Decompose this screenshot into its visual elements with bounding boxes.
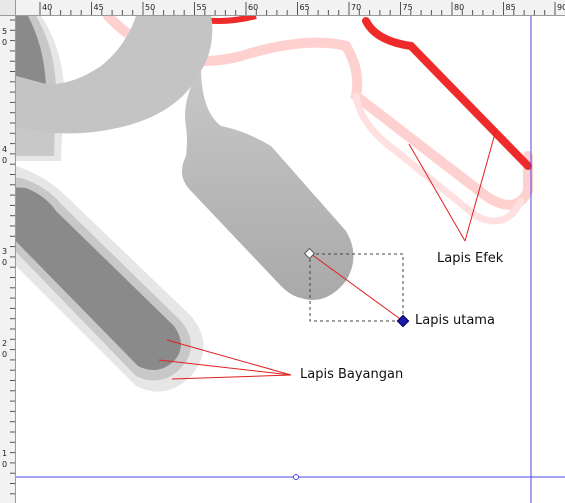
ruler-label: 85 <box>506 3 516 12</box>
ruler-label: 50 <box>145 3 155 12</box>
vertical-ruler[interactable]: 5 0 4 0 3 0 2 0 1 0 <box>0 16 16 503</box>
ruler-label: 70 <box>351 3 361 12</box>
ruler-corner <box>0 0 16 16</box>
ruler-label: 2 <box>2 339 7 348</box>
ruler-label: 3 <box>2 247 7 256</box>
ruler-label: 45 <box>94 3 104 12</box>
ruler-label: 90 <box>557 3 565 12</box>
ruler-label: 0 <box>2 460 7 469</box>
ruler-label: 55 <box>197 3 207 12</box>
guide-circle-icon[interactable] <box>293 474 299 480</box>
callout-shadow-layer: Lapis Bayangan <box>300 367 404 382</box>
ruler-label: 75 <box>403 3 413 12</box>
ruler-label: 0 <box>2 156 7 165</box>
callout-main-layer: Lapis utama <box>415 313 495 328</box>
horizontal-ruler-ticks: 40 45 50 55 60 65 70 75 80 85 90 <box>39 2 565 15</box>
ruler-label: 65 <box>300 3 310 12</box>
diamond-node-icon[interactable] <box>396 314 410 328</box>
ruler-label: 0 <box>2 38 7 47</box>
ruler-label: 4 <box>2 145 7 154</box>
ruler-label: 0 <box>2 350 7 359</box>
ruler-label: 80 <box>454 3 464 12</box>
ruler-label: 1 <box>2 449 7 458</box>
vertical-ruler-ticks: 5 0 4 0 3 0 2 0 1 0 <box>2 19 15 495</box>
horizontal-ruler[interactable]: 40 45 50 55 60 65 70 75 80 85 90 <box>0 0 565 16</box>
ruler-label: 5 <box>2 27 7 36</box>
shadow-layer[interactable] <box>16 166 204 392</box>
ruler-label: 60 <box>248 3 258 12</box>
callout-effect-layer: Lapis Efek <box>437 251 504 266</box>
drawing-canvas[interactable]: Lapis Efek Lapis utama Lapis Bayangan <box>16 16 565 503</box>
ruler-label: 0 <box>2 258 7 267</box>
ruler-label: 40 <box>42 3 52 12</box>
